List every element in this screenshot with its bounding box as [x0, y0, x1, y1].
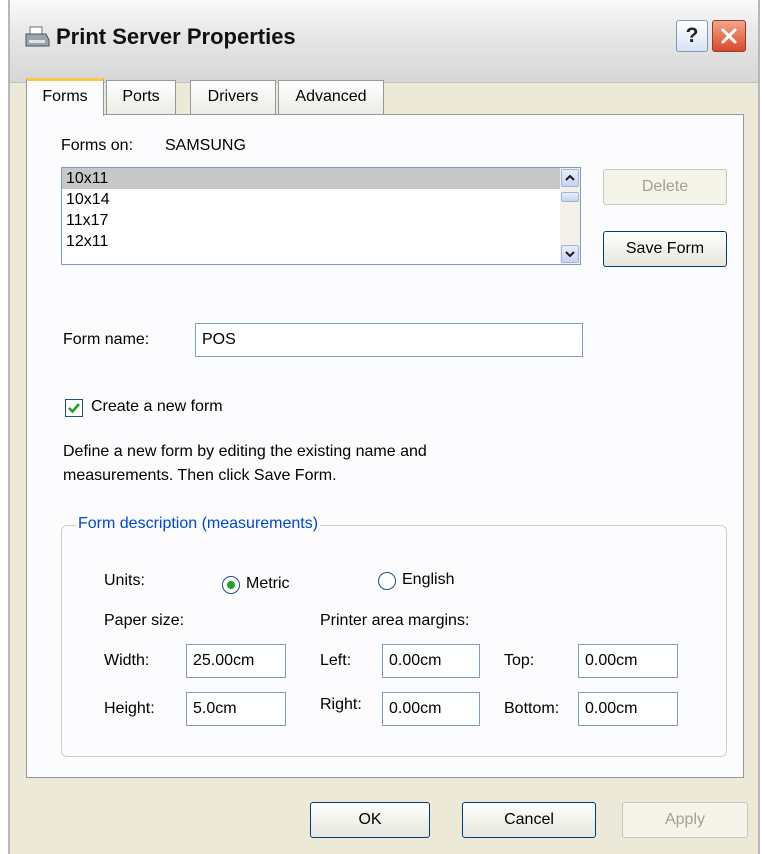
right-margin-field[interactable]: 0.00cm [382, 692, 480, 726]
vertical-scrollbar[interactable] [560, 168, 580, 264]
checkmark-icon [68, 403, 80, 414]
print-server-properties-dialog: Print Server Properties ? Forms Ports Dr… [8, 0, 760, 854]
help-button[interactable]: ? [676, 20, 708, 52]
forms-listbox[interactable]: 10x11 10x14 11x17 12x11 [61, 167, 581, 265]
units-label: Units: [104, 572, 145, 589]
radio-selected-dot [227, 581, 235, 589]
english-radio[interactable] [378, 572, 396, 590]
bottom-margin-label: Bottom: [504, 700, 560, 717]
list-item[interactable]: 11x17 [62, 210, 580, 231]
chevron-up-icon [565, 174, 575, 181]
save-form-button[interactable]: Save Form [603, 231, 727, 267]
top-margin-label: Top: [504, 652, 535, 669]
printer-margins-label: Printer area margins: [320, 612, 470, 629]
create-new-form-label[interactable]: Create a new form [91, 398, 223, 416]
instructions-line-2: measurements. Then click Save Form. [63, 467, 337, 484]
width-label: Width: [104, 652, 150, 669]
delete-button[interactable]: Delete [603, 169, 727, 205]
list-item[interactable]: 10x14 [62, 189, 580, 210]
paper-size-label: Paper size: [104, 612, 185, 629]
right-margin-label: Right: [320, 696, 362, 713]
forms-tab-panel: Forms on: SAMSUNG 10x11 10x14 11x17 12x1… [26, 114, 744, 778]
apply-button[interactable]: Apply [622, 802, 748, 838]
create-new-form-checkbox[interactable] [65, 399, 83, 417]
left-margin-field[interactable]: 0.00cm [382, 644, 480, 678]
scroll-up-button[interactable] [561, 169, 579, 187]
height-field[interactable]: 5.0cm [186, 692, 286, 726]
close-button[interactable] [712, 20, 746, 52]
forms-on-label: Forms on: [61, 137, 134, 154]
tab-drivers[interactable]: Drivers [190, 80, 276, 114]
metric-radio[interactable] [222, 576, 240, 594]
list-item[interactable]: 12x11 [62, 231, 580, 252]
left-margin-label: Left: [320, 652, 352, 669]
measurements-group-title: Form description (measurements) [76, 515, 321, 533]
tab-ports[interactable]: Ports [106, 80, 176, 114]
height-label: Height: [104, 700, 155, 717]
measurements-group: Form description (measurements) Units: M… [61, 515, 727, 757]
cancel-button[interactable]: Cancel [462, 802, 596, 838]
width-field[interactable]: 25.00cm [186, 644, 286, 678]
top-margin-field[interactable]: 0.00cm [578, 644, 678, 678]
instructions-line-1: Define a new form by editing the existin… [63, 443, 427, 460]
scroll-thumb[interactable] [561, 192, 579, 202]
server-name: SAMSUNG [165, 137, 246, 154]
tab-advanced[interactable]: Advanced [278, 80, 384, 114]
ok-button[interactable]: OK [310, 802, 430, 838]
chevron-down-icon [565, 251, 575, 258]
bottom-margin-field[interactable]: 0.00cm [578, 692, 678, 726]
scroll-down-button[interactable] [561, 245, 579, 263]
window-title: Print Server Properties [56, 24, 296, 49]
title-bar[interactable]: Print Server Properties ? [10, 0, 758, 83]
list-item[interactable]: 10x11 [62, 168, 580, 189]
form-name-field[interactable]: POS [195, 323, 583, 357]
metric-label[interactable]: Metric [246, 575, 290, 593]
english-label[interactable]: English [402, 571, 454, 589]
printer-icon [24, 26, 50, 48]
form-name-label: Form name: [63, 331, 150, 348]
tab-forms[interactable]: Forms [26, 78, 104, 116]
close-icon [721, 28, 737, 44]
